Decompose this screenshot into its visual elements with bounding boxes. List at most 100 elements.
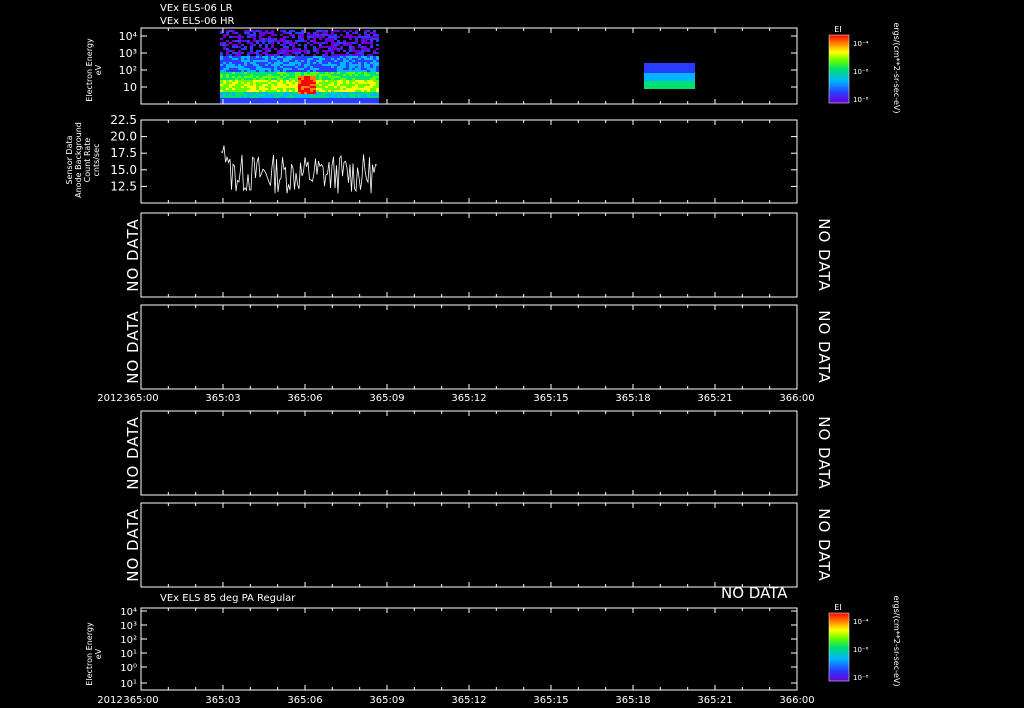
spectrogram-cell <box>256 94 259 96</box>
spectrogram-cell <box>244 32 247 34</box>
spectrogram-cell <box>235 76 238 78</box>
spectrogram-cell <box>310 68 313 70</box>
spectrogram-cell <box>286 42 289 44</box>
spectrogram-cell <box>340 60 343 62</box>
spectrogram-cell <box>361 52 364 54</box>
spectrogram-cell <box>229 94 232 96</box>
spectrogram-cell <box>367 50 370 52</box>
spectrogram-cell <box>340 62 343 64</box>
spectrogram-cell <box>274 68 277 70</box>
spectrogram-cell <box>280 92 283 94</box>
spectrogram-cell <box>256 100 259 102</box>
spectrogram-cell <box>298 92 301 94</box>
spectrogram-cell <box>220 70 223 72</box>
spectrogram-cell <box>334 34 337 36</box>
spectrogram-cell <box>310 62 313 64</box>
spectrogram-cell <box>349 100 352 102</box>
spectrogram-cell <box>223 82 226 84</box>
spectrogram-cell <box>265 96 268 98</box>
spectrogram-cell <box>334 84 337 86</box>
spectrogram-cell <box>265 68 268 70</box>
spectrogram-cell <box>316 52 319 54</box>
spectrogram-cell <box>367 60 370 62</box>
spectrogram-cell <box>364 72 367 74</box>
spectrogram-cell <box>692 63 695 65</box>
spectrogram-cell <box>226 72 229 74</box>
spectrogram-cell <box>352 72 355 74</box>
spectrogram-cell <box>373 66 376 68</box>
spectrogram-cell <box>241 44 244 46</box>
spectrogram-cell <box>271 96 274 98</box>
spectrogram-cell <box>241 40 244 42</box>
spectrogram-cell <box>364 50 367 52</box>
background-count-line <box>220 145 378 194</box>
spectrogram-cell <box>355 76 358 78</box>
spectrogram-cell <box>256 72 259 74</box>
spectrogram-cell <box>244 88 247 90</box>
spectrogram-cell <box>226 84 229 86</box>
spectrogram-cell <box>334 80 337 82</box>
spectrogram-cell <box>340 56 343 58</box>
spectrogram-cell <box>683 63 686 65</box>
spectrogram-cell <box>647 83 650 85</box>
spectrogram-cell <box>656 71 659 73</box>
spectrogram-cell <box>295 84 298 86</box>
spectrogram-cell <box>298 58 301 60</box>
spectrogram-cell <box>313 100 316 102</box>
spectrogram-cell <box>298 80 301 82</box>
spectrogram-cell <box>235 78 238 80</box>
spectrogram-cell <box>268 60 271 62</box>
spectrogram-cell <box>259 70 262 72</box>
spectrogram-cell <box>650 73 653 75</box>
spectrogram-cell <box>325 98 328 100</box>
spectrogram-cell <box>226 40 229 42</box>
spectrogram-cell <box>286 88 289 90</box>
spectrogram-cell <box>226 90 229 92</box>
spectrogram-cell <box>316 58 319 60</box>
spectrogram-cell <box>331 78 334 80</box>
spectrogram-cell <box>328 92 331 94</box>
panel-7-frame <box>140 607 798 691</box>
spectrogram-cell <box>328 58 331 60</box>
spectrogram-cell <box>361 66 364 68</box>
spectrogram-cell <box>280 82 283 84</box>
spectrogram-cell <box>220 74 223 76</box>
spectrogram-cell <box>295 70 298 72</box>
spectrogram-cell <box>340 58 343 60</box>
spectrogram-cell <box>334 78 337 80</box>
spectrogram-cell <box>653 71 656 73</box>
spectrogram-cell <box>376 66 379 68</box>
spectrogram-cell <box>277 64 280 66</box>
spectrogram-cell <box>253 100 256 102</box>
spectrogram-cell <box>689 83 692 85</box>
spectrogram-cell <box>376 48 379 50</box>
spectrogram-cell <box>364 60 367 62</box>
spectrogram-cell <box>280 80 283 82</box>
spectrogram-cell <box>259 46 262 48</box>
spectrogram-cell <box>370 66 373 68</box>
spectrogram-cell <box>298 90 301 92</box>
spectrogram-cell <box>262 96 265 98</box>
spectrogram-cell <box>280 62 283 64</box>
spectrogram-cell <box>241 60 244 62</box>
spectrogram-cell <box>223 66 226 68</box>
spectrogram-cell <box>238 64 241 66</box>
spectrogram-cell <box>313 42 316 44</box>
spectrogram-cell <box>331 96 334 98</box>
spectrogram-cell <box>659 83 662 85</box>
spectrogram-cell <box>355 70 358 72</box>
spectrogram-cell <box>226 56 229 58</box>
spectrogram-cell <box>322 42 325 44</box>
spectrogram-cell <box>358 76 361 78</box>
spectrogram-cell <box>361 58 364 60</box>
spectrogram-cell <box>373 58 376 60</box>
spectrogram-cell <box>268 98 271 100</box>
spectrogram-cell <box>659 75 662 77</box>
spectrogram-cell <box>325 50 328 52</box>
spectrogram-cell <box>313 86 316 88</box>
spectrogram-cell <box>319 82 322 84</box>
spectrogram-cell <box>292 36 295 38</box>
spectrogram-cell <box>259 30 262 32</box>
spectrogram-cell <box>316 76 319 78</box>
spectrogram-cell <box>292 66 295 68</box>
